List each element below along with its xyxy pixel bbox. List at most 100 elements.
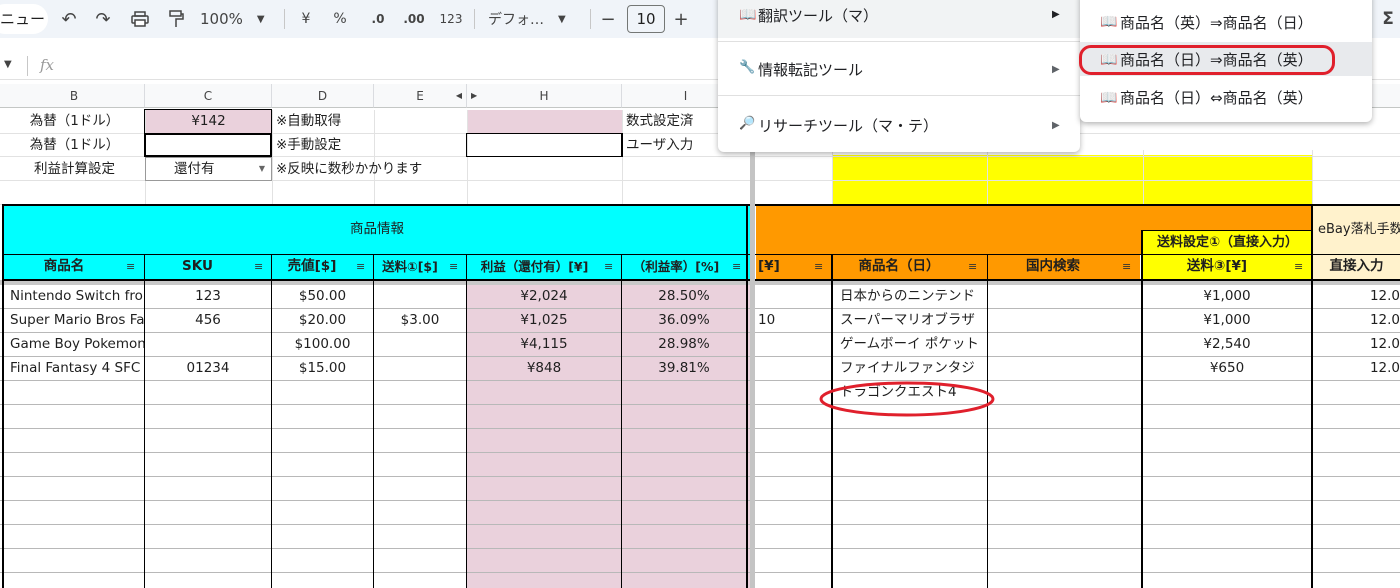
- cell-shipping[interactable]: $3.00: [374, 309, 466, 332]
- cell-rate[interactable]: 28.98%: [622, 333, 746, 356]
- column-header-b-label: B: [69, 89, 79, 103]
- magnifier-icon: 🔎: [739, 116, 756, 131]
- font-size-decrease-button[interactable]: −: [598, 0, 618, 38]
- cell-direct[interactable]: 12.0: [1313, 285, 1400, 308]
- book-icon: 📖: [739, 7, 757, 23]
- menu-item-translate[interactable]: 📖 翻訳ツール（マ） ▶: [718, 0, 1080, 38]
- profit-setting-select[interactable]: 還付有 ▼: [145, 157, 272, 181]
- paint-format-icon[interactable]: [164, 0, 188, 38]
- addon-menu: 📖 翻訳ツール（マ） ▶ 🔧 情報転記ツール ▶ 🔎 リサーチツール（マ・テ） …: [718, 0, 1080, 152]
- sum-label: Σ: [1382, 9, 1394, 29]
- cell-direct[interactable]: 12.0: [1313, 309, 1400, 332]
- cell-shipping3[interactable]: ¥650: [1143, 357, 1311, 380]
- column-header-e[interactable]: E ◀: [374, 84, 467, 108]
- percent-button[interactable]: %: [330, 0, 350, 38]
- col-header-profit: 利益（還付有）[¥]: [480, 259, 589, 274]
- submenu-item-jp-en-swap[interactable]: 📖 商品名（日）⇔商品名（英）: [1080, 78, 1372, 116]
- number-format-button[interactable]: 123: [438, 0, 464, 38]
- currency-button[interactable]: ¥: [296, 0, 316, 38]
- cell-price[interactable]: $20.00: [272, 309, 373, 332]
- cell-name[interactable]: Super Mario Bros Fa: [10, 309, 144, 332]
- cell-profit[interactable]: ¥848: [467, 357, 621, 380]
- zoom-select[interactable]: 100% ▼: [200, 0, 272, 38]
- cell-j[interactable]: 10: [758, 309, 830, 332]
- cell-shipping3[interactable]: ¥1,000: [1143, 285, 1311, 308]
- chevron-down-icon: ▼: [558, 13, 566, 25]
- annotation-circle-cell: [819, 381, 995, 417]
- menu-divider: [718, 95, 1080, 96]
- zoom-value: 100%: [200, 10, 243, 28]
- filter-icon[interactable]: ≡: [356, 260, 365, 273]
- column-header-d[interactable]: D: [272, 84, 374, 108]
- font-size-increase-button[interactable]: +: [671, 0, 691, 38]
- cell-sku[interactable]: 01234: [145, 357, 271, 380]
- sum-icon[interactable]: Σ: [1378, 0, 1398, 38]
- name-box-dropdown-icon[interactable]: ▼: [4, 59, 12, 70]
- cell-profit[interactable]: ¥2,024: [467, 285, 621, 308]
- toolbar-divider: [284, 9, 285, 29]
- menu-item-info-transfer[interactable]: 🔧 情報転記ツール ▶: [718, 44, 1080, 92]
- font-value: デフォ…: [488, 12, 544, 28]
- submenu-item-en-to-jp[interactable]: 📖 商品名（英）⇒商品名（日）: [1080, 2, 1372, 42]
- cell-name[interactable]: Nintendo Switch from: [10, 285, 144, 308]
- wrench-icon: 🔧: [739, 60, 756, 75]
- percent-label: %: [333, 11, 347, 27]
- redo-icon[interactable]: ↷: [92, 0, 114, 38]
- column-header-b[interactable]: B: [4, 84, 145, 108]
- col-header-j: [¥]: [758, 258, 780, 274]
- rate-auto-value[interactable]: ¥142: [145, 110, 272, 133]
- expand-columns-right-icon[interactable]: ▶: [471, 84, 477, 108]
- cell-price[interactable]: $50.00: [272, 285, 373, 308]
- filter-icon[interactable]: ≡: [968, 260, 977, 273]
- undo-icon[interactable]: ↶: [58, 0, 80, 38]
- ebay-group-header: eBay落札手数: [1318, 222, 1400, 237]
- cell-name-jp[interactable]: ゲームボーイ ポケット: [840, 333, 987, 356]
- cell-shipping3[interactable]: ¥2,540: [1143, 333, 1311, 356]
- increase-decimal-button[interactable]: .00: [400, 0, 428, 38]
- legend-formula-label: 数式設定済: [626, 113, 694, 129]
- cell-profit[interactable]: ¥4,115: [467, 333, 621, 356]
- cell-rate[interactable]: 39.81%: [622, 357, 746, 380]
- filter-icon[interactable]: ≡: [604, 260, 613, 273]
- print-icon[interactable]: [128, 0, 152, 38]
- cell-shipping3[interactable]: ¥1,000: [1143, 309, 1311, 332]
- filter-icon[interactable]: ≡: [126, 260, 135, 273]
- menu-search-pill[interactable]: ニュー: [0, 4, 48, 34]
- cell-direct[interactable]: 12.0: [1313, 333, 1400, 356]
- cell-name[interactable]: Final Fantasy 4 SFC: [10, 357, 144, 380]
- filter-icon[interactable]: ≡: [1122, 260, 1131, 273]
- filter-icon[interactable]: ≡: [254, 260, 263, 273]
- cell-profit[interactable]: ¥1,025: [467, 309, 621, 332]
- cell-price[interactable]: $100.00: [272, 333, 373, 356]
- cell-price[interactable]: $15.00: [272, 357, 373, 380]
- font-size-input[interactable]: 10: [627, 5, 665, 33]
- cell-direct[interactable]: 12.0: [1313, 357, 1400, 380]
- filter-icon[interactable]: ≡: [449, 260, 458, 273]
- filter-icon[interactable]: ≡: [814, 260, 823, 273]
- cell-sku[interactable]: 123: [145, 285, 271, 308]
- font-select[interactable]: デフォ… ▼: [488, 0, 580, 38]
- cell-name-jp[interactable]: スーパーマリオブラザ: [840, 309, 987, 332]
- menu-item-research[interactable]: 🔎 リサーチツール（マ・テ） ▶: [718, 100, 1080, 148]
- col-header-price: 売値[$]: [287, 258, 337, 274]
- menu-item-info-transfer-label: 情報転記ツール: [758, 61, 864, 79]
- col-header-sku: SKU: [182, 258, 213, 274]
- column-header-d-label: D: [317, 89, 328, 103]
- cell-name-jp[interactable]: 日本からのニンテンド: [840, 285, 987, 308]
- cell-name-jp[interactable]: ファイナルファンタジ: [840, 357, 987, 380]
- frozen-column-divider[interactable]: [750, 84, 755, 588]
- submenu-item-jp-en-swap-label: 商品名（日）⇔商品名（英）: [1120, 89, 1313, 107]
- filter-icon[interactable]: ≡: [1294, 260, 1303, 273]
- cell-sku[interactable]: 456: [145, 309, 271, 332]
- expand-columns-left-icon[interactable]: ◀: [456, 84, 462, 108]
- rate-manual-input[interactable]: [144, 133, 272, 157]
- filter-icon[interactable]: ≡: [732, 260, 741, 273]
- column-header-c[interactable]: C: [145, 84, 272, 108]
- cell-name[interactable]: Game Boy Pokemon: [10, 333, 144, 356]
- chevron-down-icon: ▼: [258, 164, 265, 173]
- h-row2-input[interactable]: [466, 133, 622, 157]
- cell-rate[interactable]: 28.50%: [622, 285, 746, 308]
- cell-rate[interactable]: 36.09%: [622, 309, 746, 332]
- column-header-h[interactable]: ▶ H: [467, 84, 622, 108]
- decrease-decimal-button[interactable]: .0: [366, 0, 390, 38]
